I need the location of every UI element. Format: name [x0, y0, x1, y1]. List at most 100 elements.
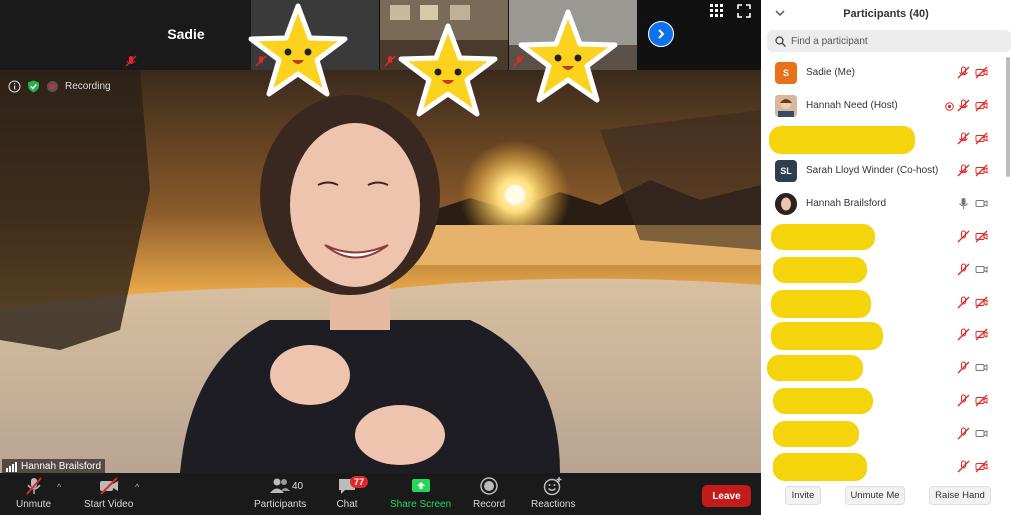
start-video-label: Start Video	[84, 499, 134, 510]
encryption-shield-icon[interactable]	[27, 80, 40, 93]
unmute-me-button[interactable]: Unmute Me	[845, 486, 905, 505]
participant-row[interactable]	[761, 385, 1005, 418]
video-options-caret[interactable]: ^	[135, 482, 139, 492]
redacted-name	[773, 452, 867, 481]
participants-list: S Sadie (Me) Hannah Need (Host) SL Sarah…	[761, 57, 1005, 483]
participant-name: Sadie (Me)	[806, 67, 855, 78]
participant-row[interactable]	[761, 418, 1005, 451]
gallery-view-icon[interactable]	[710, 4, 724, 18]
muted-mic-icon	[957, 328, 970, 341]
participant-status-icons	[957, 132, 988, 145]
unmute-label: Unmute	[16, 499, 52, 510]
participant-row[interactable]	[761, 123, 1005, 156]
avatar: S	[775, 62, 797, 84]
share-screen-label: Share Screen	[390, 499, 452, 510]
panel-header: Participants (40)	[761, 0, 1011, 28]
active-speaker-video[interactable]	[0, 70, 761, 473]
muted-mic-icon	[957, 132, 970, 145]
video-area: Sadie Recording Hannah Brailsford	[0, 0, 761, 473]
avatar-photo	[775, 94, 797, 117]
redacted-name	[771, 322, 883, 351]
participant-row[interactable]	[761, 254, 1005, 287]
muted-mic-icon	[957, 361, 970, 374]
video-on-icon	[975, 200, 988, 208]
participant-row[interactable]	[761, 221, 1005, 254]
participant-status-icons	[957, 197, 988, 210]
video-off-icon	[975, 230, 988, 243]
star-sticker	[398, 23, 498, 117]
search-input[interactable]	[791, 35, 991, 47]
participant-status-icons	[957, 394, 988, 407]
video-off-icon	[99, 477, 118, 495]
video-on-icon	[975, 364, 988, 372]
participant-name: Sarah Lloyd Winder (Co-host)	[806, 165, 939, 177]
thumbnail-strip: Sadie	[0, 0, 761, 70]
participants-panel: Participants (40) S Sadie (Me)	[761, 0, 1011, 515]
participant-name: Hannah Brailsford	[806, 198, 887, 210]
thumbnail-tile[interactable]	[0, 0, 121, 70]
record-label: Record	[473, 499, 506, 510]
panel-scrollbar[interactable]	[1006, 57, 1010, 177]
star-sticker	[248, 3, 348, 97]
muted-mic-icon	[957, 230, 970, 243]
redacted-name	[773, 256, 867, 283]
avatar	[775, 193, 797, 216]
signal-bars-icon	[6, 461, 17, 472]
fullscreen-icon[interactable]	[737, 4, 751, 18]
redacted-name	[767, 355, 863, 382]
record-button[interactable]: Record	[473, 476, 505, 514]
participant-status-icons	[957, 296, 988, 309]
participant-status-icons	[957, 263, 988, 276]
redacted-name	[773, 387, 873, 414]
record-icon	[480, 477, 498, 495]
participant-status-icons	[957, 164, 988, 177]
participant-search-box[interactable]	[767, 30, 1011, 52]
chat-unread-badge: 77	[350, 476, 369, 488]
unmute-button[interactable]: Unmute	[16, 476, 51, 514]
thumbnail-name: Sadie	[167, 26, 205, 42]
video-off-icon	[975, 99, 988, 112]
participant-row[interactable]	[761, 287, 1005, 320]
video-on-icon	[975, 265, 988, 273]
video-off-icon	[975, 132, 988, 145]
leave-button[interactable]: Leave	[702, 485, 751, 507]
reactions-smiley-icon	[543, 477, 562, 496]
start-video-button[interactable]: Start Video	[84, 476, 133, 514]
chevron-right-icon	[658, 29, 665, 39]
reactions-button[interactable]: Reactions	[531, 476, 575, 514]
participants-label: Participants	[254, 499, 307, 510]
participant-row[interactable]: Hannah Need (Host)	[761, 90, 1005, 123]
participant-row[interactable]	[761, 352, 1005, 385]
video-off-icon	[975, 164, 988, 177]
participant-row[interactable]	[761, 451, 1005, 484]
meeting-toolbar: Unmute ^ Start Video ^ Participants 40 C…	[0, 473, 761, 515]
meeting-status-row: Recording	[8, 80, 111, 93]
participant-row[interactable]: S Sadie (Me)	[761, 57, 1005, 90]
muted-mic-icon	[384, 55, 396, 67]
redacted-name	[769, 125, 915, 154]
recording-label: Recording	[65, 81, 111, 92]
speaker-name: Hannah Brailsford	[21, 461, 102, 472]
panel-footer: Invite Unmute Me Raise Hand	[761, 480, 1011, 515]
participant-row[interactable]: SL Sarah Lloyd Winder (Co-host)	[761, 155, 1005, 188]
participant-name: Hannah Need (Host)	[806, 99, 898, 111]
audio-options-caret[interactable]: ^	[57, 482, 61, 492]
share-screen-button[interactable]: Share Screen	[390, 476, 451, 514]
avatar	[775, 94, 797, 117]
thumbnail-tile-sadie[interactable]: Sadie	[121, 0, 251, 70]
zoom-meeting-window: Sadie Recording Hannah Brailsford Unmute…	[0, 0, 1011, 515]
muted-mic-icon	[957, 394, 970, 407]
participant-row[interactable]	[761, 319, 1005, 352]
muted-mic-icon	[957, 460, 970, 473]
muted-mic-icon	[25, 477, 42, 495]
participant-status-icons	[957, 230, 988, 243]
avatar: SL	[775, 160, 797, 183]
info-icon[interactable]	[8, 80, 21, 93]
participants-count: 40	[292, 481, 304, 492]
participant-row[interactable]: Hannah Brailsford	[761, 188, 1005, 221]
next-page-button[interactable]	[648, 21, 674, 47]
raise-hand-button[interactable]: Raise Hand	[929, 486, 991, 505]
participant-status-icons	[957, 99, 988, 112]
video-off-icon	[975, 296, 988, 309]
invite-button[interactable]: Invite	[785, 486, 821, 505]
